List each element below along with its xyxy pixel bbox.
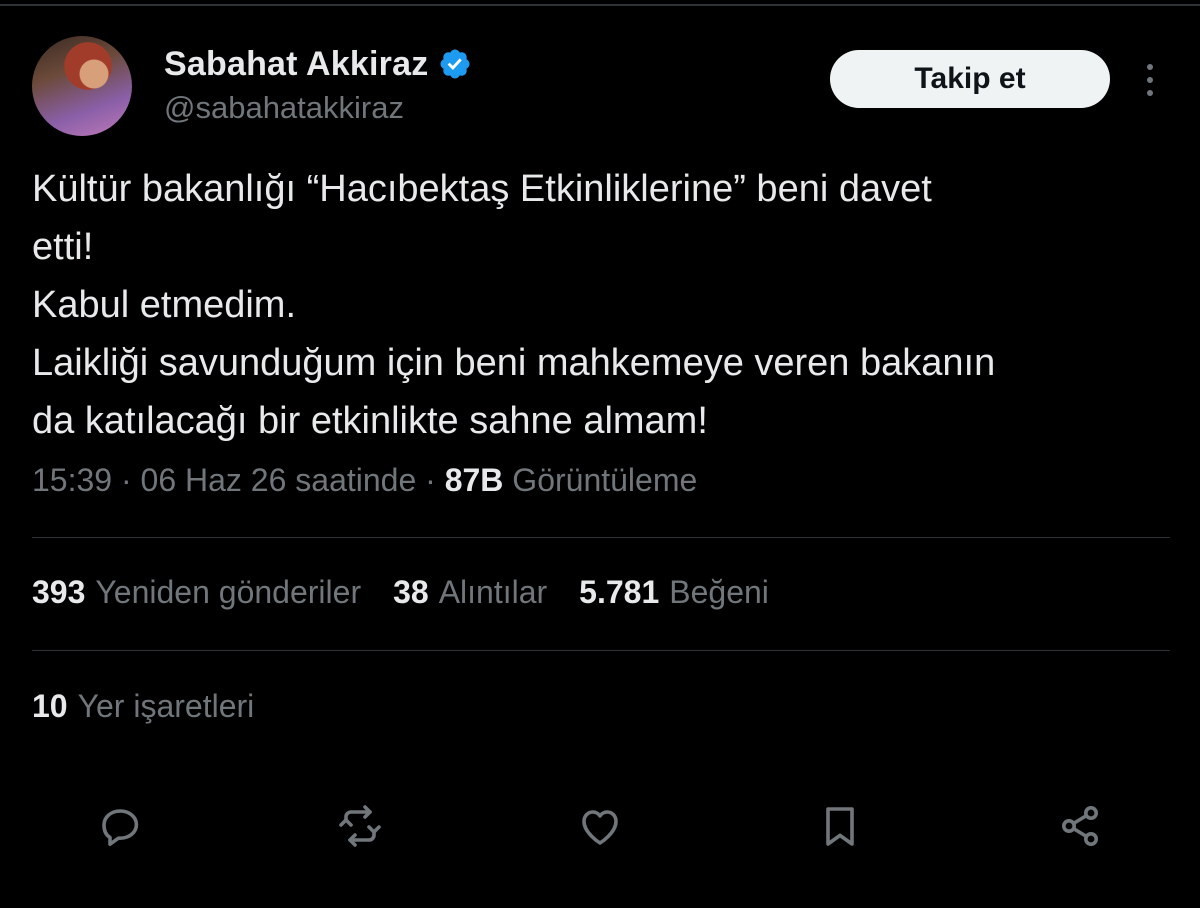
views-label: Görüntüleme [512,462,698,498]
bookmarks-count: 10 [32,688,68,724]
reposts-label: Yeniden gönderiler [95,574,362,610]
quotes-label: Alıntılar [438,574,548,610]
views-count: 87B [444,462,504,498]
like-icon[interactable] [570,796,630,856]
follow-button[interactable]: Takip et [830,50,1110,108]
top-divider [0,4,1200,6]
reply-icon[interactable] [90,796,150,856]
more-vertical-icon[interactable] [1132,58,1168,102]
share-icon[interactable] [1050,796,1110,856]
bookmark-icon[interactable] [810,796,870,856]
reposts-stat[interactable]: 393 Yeniden gönderiler [32,574,361,611]
tweet-date[interactable]: 06 Haz 26 saatinde [141,462,417,498]
action-bar [0,796,1200,856]
tweet-line: da katılacağı bir etkinlikte sahne almam… [32,400,708,442]
tweet-line: Laikliği savunduğum için beni mahkemeye … [32,342,996,384]
divider [32,650,1170,651]
author-handle[interactable]: @sabahatakkiraz [164,90,404,126]
likes-count: 5.781 [579,574,660,610]
author-name-row: Sabahat Akkiraz [164,44,472,84]
avatar[interactable] [32,36,132,136]
tweet-time[interactable]: 15:39 [32,462,112,498]
verified-badge-icon[interactable] [438,47,472,81]
divider [32,537,1170,538]
likes-label: Beğeni [669,574,769,610]
tweet-line: etti! [32,226,94,268]
tweet-line: Kültür bakanlığı “Hacıbektaş Etkinlikler… [32,168,932,210]
tweet-header: Sabahat Akkiraz @sabahatakkiraz Takip et [32,36,1172,140]
engagement-stats: 393 Yeniden gönderiler 38 Alıntılar 5.781 B… [32,574,769,611]
tweet-text: Kültür bakanlığı “Hacıbektaş Etkinlikler… [32,160,1172,450]
bookmarks-stat: 10 Yer işaretleri [32,688,254,725]
tweet-line: Kabul etmedim. [32,284,297,326]
quotes-stat[interactable]: 38 Alıntılar [393,574,547,611]
bookmarks-label: Yer işaretleri [77,688,255,724]
meta-separator: · [120,462,132,498]
repost-icon[interactable] [330,796,390,856]
tweet-meta: 15:39 · 06 Haz 26 saatinde · 87B Görüntü… [32,462,697,499]
reposts-count: 393 [32,574,86,610]
likes-stat[interactable]: 5.781 Beğeni [579,574,769,611]
quotes-count: 38 [393,574,429,610]
author-name[interactable]: Sabahat Akkiraz [164,45,428,84]
meta-separator: · [425,462,436,498]
